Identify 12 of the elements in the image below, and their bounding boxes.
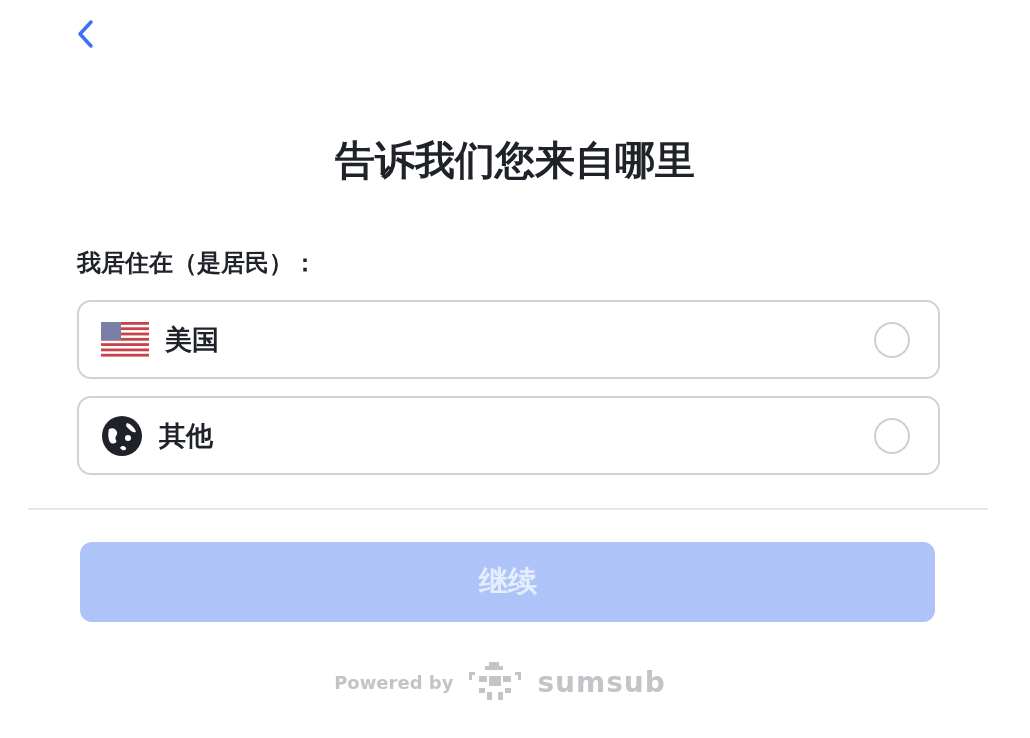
page-title: 告诉我们您来自哪里	[334, 136, 696, 185]
residence-label: 我居住在（是居民）：	[77, 248, 318, 279]
globe-icon	[101, 414, 143, 457]
us-flag-icon	[101, 321, 149, 358]
sumsub-logo-icon	[469, 662, 522, 702]
powered-by-text: Powered by	[334, 671, 454, 693]
brand-name: sumsub	[537, 665, 666, 699]
country-option[interactable]: 其他	[77, 396, 940, 475]
radio-button[interactable]	[874, 417, 910, 454]
radio-button[interactable]	[874, 321, 910, 358]
back-icon	[76, 19, 94, 49]
country-option[interactable]: 美国	[77, 300, 940, 379]
